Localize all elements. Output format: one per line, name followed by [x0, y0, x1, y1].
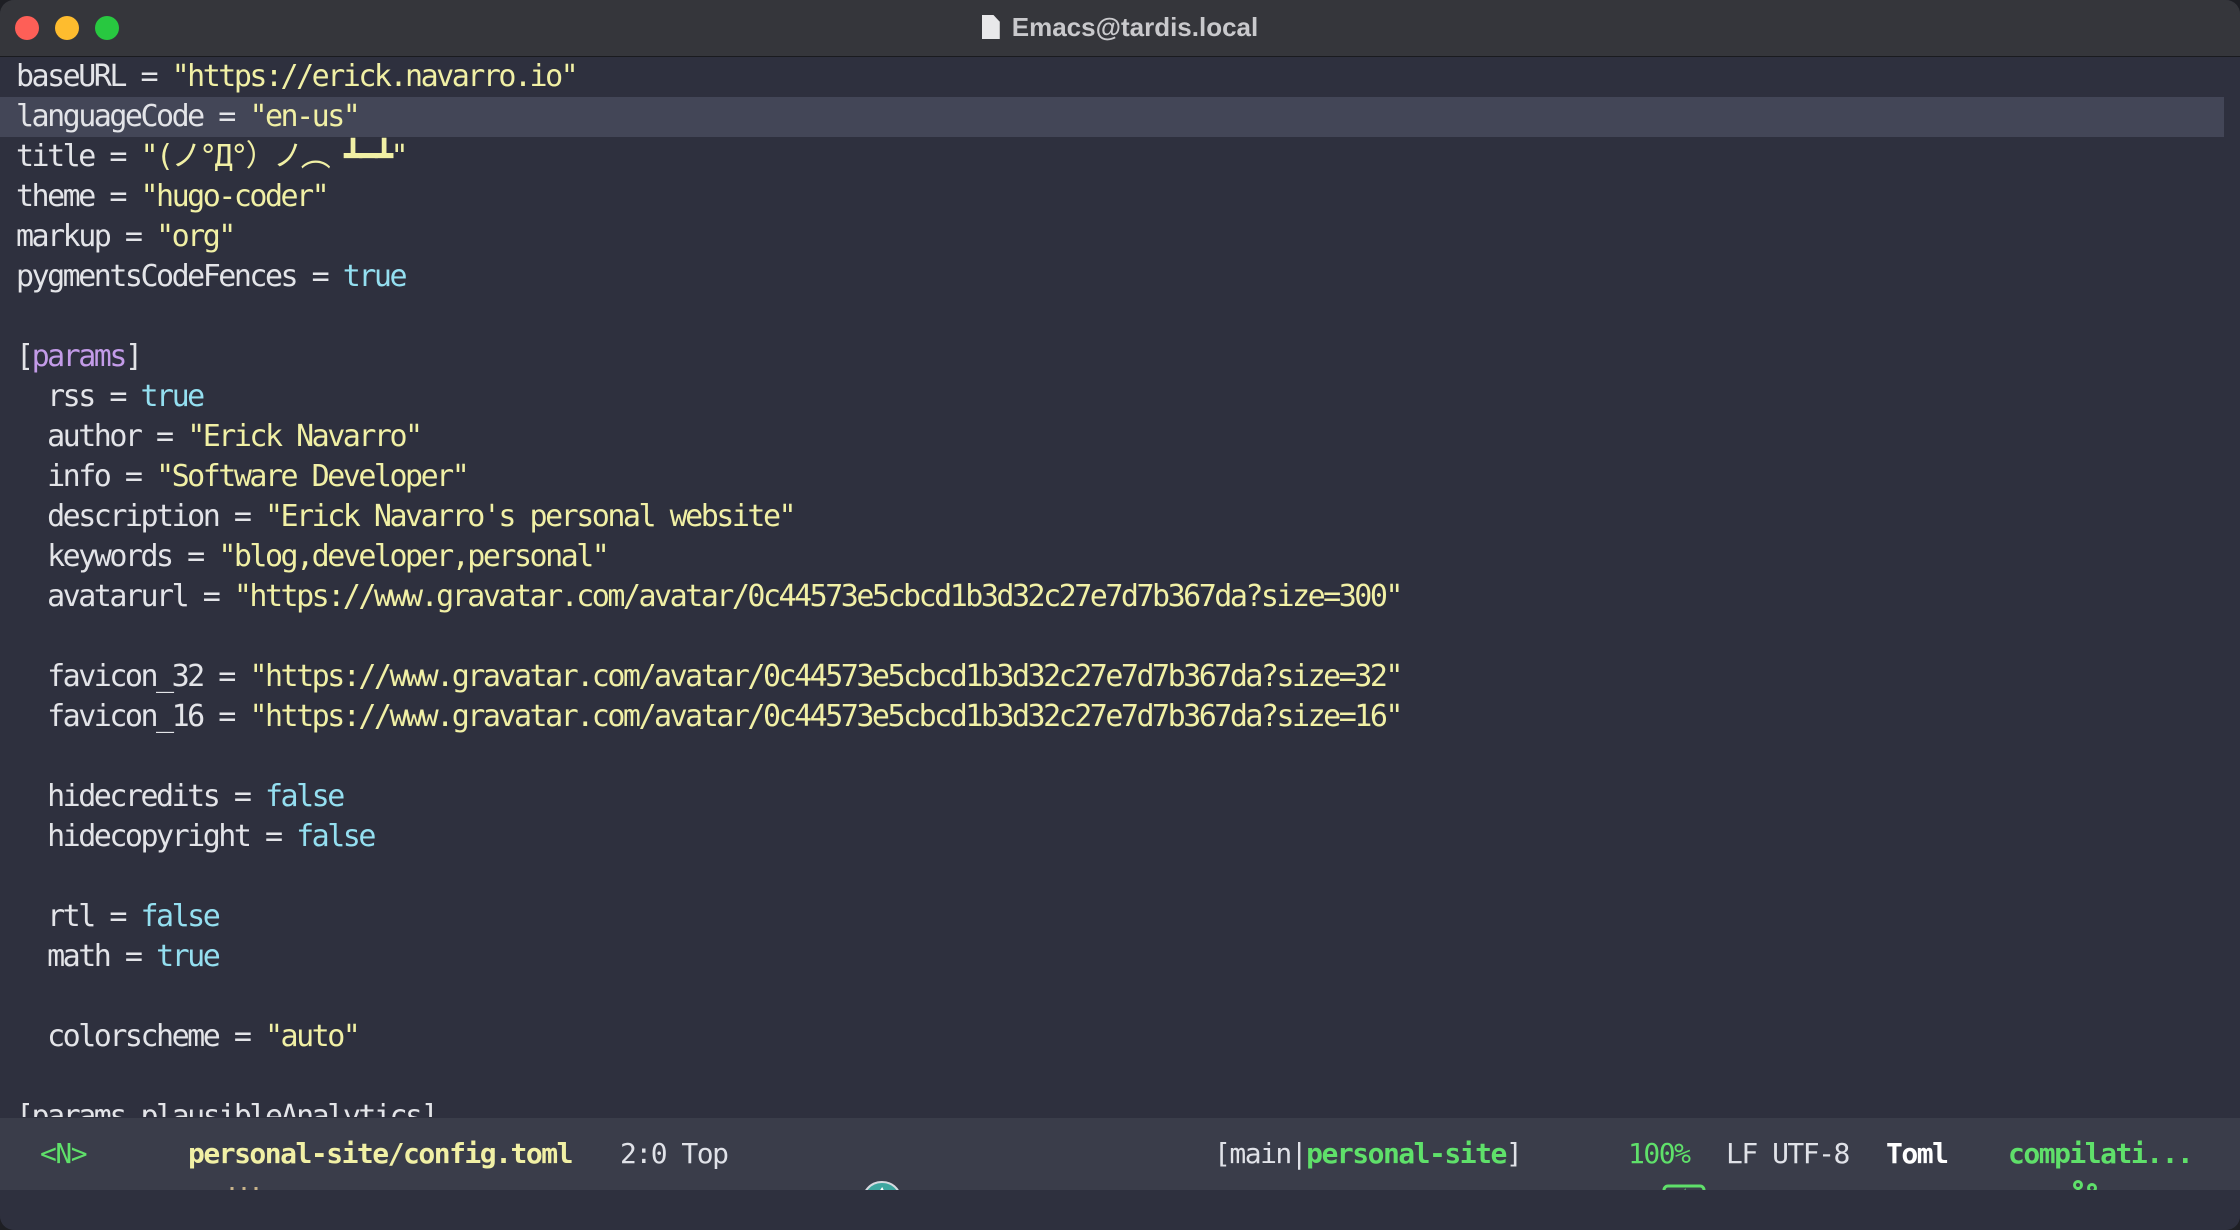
vcs-info[interactable]: [main|personal-site] [1214, 1134, 1523, 1174]
code-line[interactable]: author = "Erick Navarro" [16, 417, 423, 457]
key-token: favicon_32 = [16, 659, 250, 694]
string-token: "Erick Navarro" [187, 419, 423, 454]
code-line[interactable]: colorscheme = "auto" [16, 1017, 361, 1057]
major-mode-mascot-icon [764, 1136, 908, 1209]
key-token: pygmentsCodeFences = [16, 259, 343, 294]
minibuffer[interactable] [0, 1190, 2240, 1230]
code-line[interactable]: pygmentsCodeFences = true [16, 257, 408, 297]
string-token: "https://www.gravatar.com/avatar/0c44573… [249, 699, 1403, 734]
emacs-window: Emacs@tardis.local baseURL = "https://er… [0, 0, 2240, 1230]
vcs-separator: | [1290, 1137, 1308, 1170]
string-token: "https://www.gravatar.com/avatar/0c44573… [249, 659, 1403, 694]
evil-state-indicator: <N> [40, 1137, 88, 1170]
battery-level: 100% [1628, 1137, 1691, 1170]
key-token: rss = [16, 379, 141, 414]
title-bar: Emacs@tardis.local [0, 0, 2240, 57]
boolean-token: false [296, 819, 376, 854]
window-title-text: Emacs@tardis.local [1011, 12, 1259, 42]
key-token: description = [16, 499, 265, 534]
code-line[interactable]: title = "(ノ°Д°）ノ︵ ┻━┻" [16, 137, 409, 177]
key-token: languageCode = [16, 99, 250, 134]
cursor-position: 2:0 Top [620, 1137, 729, 1170]
vcs-branch: main [1229, 1137, 1292, 1170]
string-token: "hugo-coder" [140, 179, 330, 214]
string-token: "Software Developer" [156, 459, 470, 494]
code-line[interactable]: favicon_16 = "https://www.gravatar.com/a… [16, 697, 1403, 737]
code-line[interactable]: rss = true [16, 377, 206, 417]
key-token: theme = [16, 179, 141, 214]
buffer-name[interactable]: personal-site/config.toml [188, 1134, 573, 1174]
code-line[interactable]: info = "Software Developer" [16, 457, 470, 497]
string-token: "en-us" [249, 99, 360, 134]
compilation-status[interactable]: compilati... [2008, 1134, 2194, 1174]
code-line[interactable]: hidecopyright = false [16, 817, 376, 857]
key-token: author = [16, 419, 188, 454]
table-name-token: params [31, 339, 128, 374]
string-token: "blog,developer,personal" [218, 539, 610, 574]
string-token: "auto" [264, 1019, 361, 1054]
mode-line: <N> personal-site/config.toml 2:0 Top [m… [0, 1118, 2240, 1210]
key-token: favicon_16 = [16, 699, 250, 734]
vcs-bracket-close: ] [1505, 1137, 1523, 1170]
document-icon [981, 15, 1000, 39]
boolean-token: true [342, 259, 408, 294]
key-token: [ [16, 339, 34, 374]
code-line[interactable]: markup = "org" [16, 217, 236, 257]
string-token: "https://www.gravatar.com/avatar/0c44573… [233, 579, 1404, 614]
boolean-token: true [140, 379, 206, 414]
major-mode[interactable]: Toml [1886, 1134, 1949, 1174]
code-line[interactable]: baseURL = "https://erick.navarro.io" [16, 57, 579, 97]
code-line[interactable]: math = true [16, 937, 221, 977]
code-line[interactable]: languageCode = "en-us" [16, 97, 361, 137]
key-token: keywords = [16, 539, 219, 574]
code-line[interactable]: favicon_32 = "https://www.gravatar.com/a… [16, 657, 1403, 697]
string-token: "Erick Navarro's personal website" [264, 499, 797, 534]
key-token: math = [16, 939, 157, 974]
code-line[interactable]: [params] [16, 337, 143, 377]
key-token: colorscheme = [16, 1019, 265, 1054]
code-line[interactable]: keywords = "blog,developer,personal" [16, 537, 610, 577]
code-line[interactable]: description = "Erick Navarro's personal … [16, 497, 797, 537]
key-token: hidecredits = [16, 779, 265, 814]
key-token: info = [16, 459, 157, 494]
code-line[interactable]: [params.plausibleAnalytics] [16, 1097, 439, 1117]
code-line[interactable]: hidecredits = false [16, 777, 345, 817]
vcs-bracket-open: [ [1214, 1137, 1231, 1170]
code-line[interactable]: theme = "hugo-coder" [16, 177, 330, 217]
editor-buffer[interactable]: baseURL = "https://erick.navarro.io" lang… [0, 57, 2240, 1117]
key-token: markup = [16, 219, 157, 254]
code-line[interactable]: avatarurl = "https://www.gravatar.com/av… [16, 577, 1404, 617]
key-token: baseURL = [16, 59, 172, 94]
boolean-token: false [264, 779, 345, 814]
window-title: Emacs@tardis.local [0, 12, 2240, 43]
key-token: ] [124, 339, 143, 374]
boolean-token: false [140, 899, 221, 934]
key-token: rtl = [16, 899, 141, 934]
vcs-project: personal-site [1306, 1137, 1507, 1170]
key-token: title = [16, 139, 141, 174]
key-token: avatarurl = [16, 579, 234, 614]
string-token: "https://erick.navarro.io" [171, 59, 579, 94]
key-token: [params.plausibleAnalytics] [16, 1099, 439, 1117]
key-token: hidecopyright = [16, 819, 297, 854]
string-token: "org" [156, 219, 236, 254]
string-token: "(ノ°Д°）ノ︵ ┻━┻" [140, 139, 409, 174]
boolean-token: true [156, 939, 221, 974]
code-line[interactable]: rtl = false [16, 897, 221, 937]
encoding-indicator[interactable]: LF UTF-8 [1726, 1134, 1850, 1174]
